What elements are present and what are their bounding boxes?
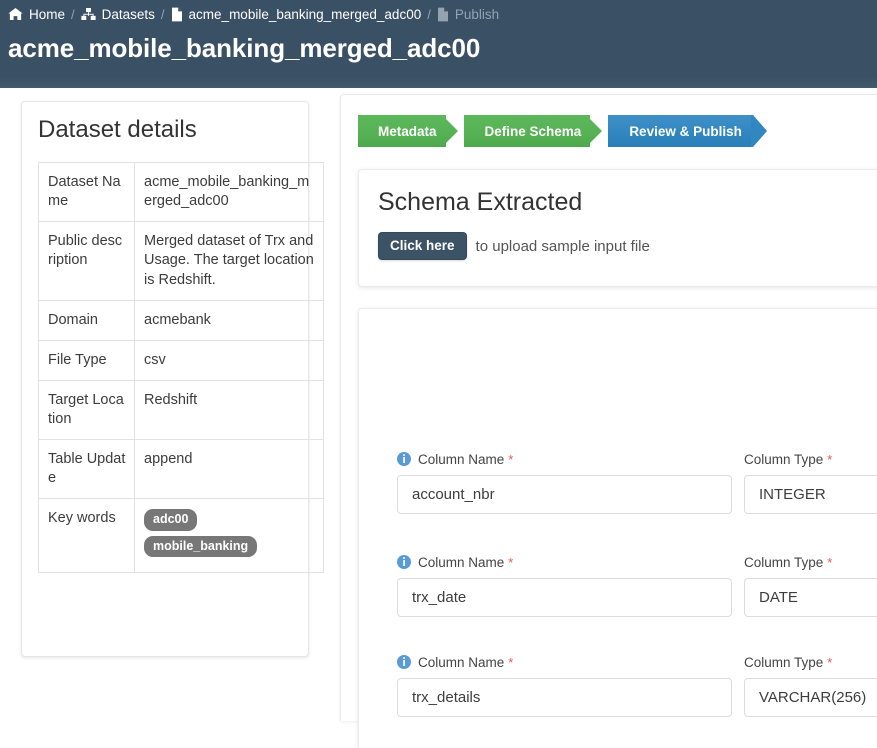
column-type-field-group: Column Type * VARCHAR(256) <box>744 653 877 717</box>
breadcrumb-label-home: Home <box>29 6 66 22</box>
column-type-field-group: Column Type * INTEGER <box>744 450 877 514</box>
column-type-input[interactable]: VARCHAR(256) <box>744 678 877 717</box>
breadcrumb-separator: / <box>160 6 165 22</box>
detail-key: Key words <box>38 498 135 574</box>
arrow-cap-icon <box>750 115 769 147</box>
schema-extracted-title: Schema Extracted <box>378 188 583 216</box>
required-marker: * <box>508 654 514 670</box>
detail-value: Redshift <box>134 379 324 441</box>
required-marker: * <box>827 451 833 467</box>
breadcrumb-item-datasets[interactable]: Datasets <box>81 7 155 22</box>
breadcrumb-item-home[interactable]: Home <box>8 7 65 22</box>
wizard-step-review-publish[interactable]: Review & Publish <box>607 115 767 147</box>
publish-container: Metadata Define Schema Review & Publish … <box>340 94 877 748</box>
column-name-input[interactable]: trx_date <box>397 578 732 617</box>
wizard-step-label: Metadata <box>378 123 437 139</box>
column-name-field-group: Column Name * trx_details <box>397 653 732 717</box>
column-definition-row: Column Name * trx_details Column Type * … <box>359 653 877 739</box>
detail-value: csv <box>134 339 324 381</box>
page-title: acme_mobile_banking_merged_adc00 <box>8 33 481 63</box>
wizard-steps: Metadata Define Schema Review & Publish <box>358 115 767 147</box>
column-type-label: Column Type * <box>744 450 877 468</box>
breadcrumb-label-dataset: acme_mobile_banking_merged_adc00 <box>188 6 422 22</box>
column-name-label: Column Name * <box>397 553 732 571</box>
table-row: Dataset Name acme_mobile_banking_merged_… <box>38 161 324 223</box>
table-row-keywords: Key words adc00 mobile_banking <box>38 498 324 574</box>
required-marker: * <box>827 654 833 670</box>
required-marker: * <box>508 554 514 570</box>
column-name-label-text: Column Name <box>418 654 505 670</box>
column-name-label: Column Name * <box>397 450 732 468</box>
detail-value: Merged dataset of Trx and Usage. The tar… <box>134 221 324 301</box>
sitemap-icon <box>81 7 96 21</box>
column-name-input[interactable]: account_nbr <box>397 475 732 514</box>
home-icon <box>8 7 23 21</box>
column-name-label-text: Column Name <box>418 451 505 467</box>
wizard-step-define-schema[interactable]: Define Schema <box>462 115 609 147</box>
breadcrumb-label-datasets: Datasets <box>101 6 155 22</box>
schema-extracted-panel: Schema Extracted Click here to upload sa… <box>358 169 877 287</box>
column-type-label-text: Column Type <box>744 451 824 467</box>
detail-key: Dataset Name <box>38 161 135 223</box>
detail-value: acme_mobile_banking_merged_adc00 <box>134 161 324 223</box>
wizard-step-metadata[interactable]: Metadata <box>358 115 464 147</box>
column-type-input[interactable]: INTEGER <box>744 475 877 514</box>
file-icon <box>171 7 183 22</box>
table-row: Target Location Redshift <box>38 379 324 441</box>
page-content: Dataset details Dataset Name acme_mobile… <box>0 88 877 748</box>
table-row: Table Update append <box>38 439 324 500</box>
main-column: Metadata Define Schema Review & Publish … <box>340 88 877 748</box>
column-name-field-group: Column Name * trx_date <box>397 553 732 617</box>
column-type-input[interactable]: DATE <box>744 578 877 617</box>
dataset-details-card: Dataset details Dataset Name acme_mobile… <box>21 101 324 657</box>
required-marker: * <box>827 554 833 570</box>
breadcrumb-separator: / <box>427 6 431 22</box>
column-type-label-text: Column Type <box>744 654 824 670</box>
wizard-step-label: Define Schema <box>484 123 582 139</box>
detail-key: Table Update <box>38 439 135 500</box>
info-icon[interactable] <box>397 555 411 569</box>
dataset-details-title: Dataset details <box>38 116 197 143</box>
breadcrumb-item-dataset[interactable]: acme_mobile_banking_merged_adc00 <box>171 6 422 22</box>
wizard-step-label: Review & Publish <box>629 123 742 139</box>
breadcrumb-item-publish: Publish <box>437 7 499 22</box>
table-row: File Type csv <box>38 339 324 381</box>
dataset-details-table: Dataset Name acme_mobile_banking_merged_… <box>38 161 324 574</box>
column-type-label: Column Type * <box>744 653 877 671</box>
column-type-field-group: Column Type * DATE <box>744 553 877 617</box>
detail-key: Target Location <box>38 379 135 441</box>
column-definition-row: Column Name * trx_date Column Type * DAT… <box>359 553 877 639</box>
column-name-label-text: Column Name <box>418 554 505 570</box>
table-row: Domain acmebank <box>38 299 324 341</box>
column-name-label: Column Name * <box>397 653 732 671</box>
upload-row: Click here to upload sample input file <box>378 232 650 260</box>
column-type-label: Column Type * <box>744 553 877 571</box>
detail-key: Public description <box>38 221 135 301</box>
info-icon[interactable] <box>397 452 411 466</box>
detail-value: append <box>134 439 324 500</box>
upload-hint-text: to upload sample input file <box>475 237 650 255</box>
breadcrumb-separator: / <box>71 6 75 22</box>
keyword-tag: adc00 <box>144 509 198 531</box>
chevron-right-icon <box>445 115 464 147</box>
detail-key: Domain <box>38 299 135 341</box>
detail-key: File Type <box>38 339 135 381</box>
column-name-input[interactable]: trx_details <box>397 678 732 717</box>
detail-value-keywords: adc00 mobile_banking <box>134 498 324 574</box>
chevron-right-icon <box>590 115 609 147</box>
column-definition-row: Column Name * account_nbr Column Type * … <box>359 450 877 536</box>
app-header: Home / Datasets / acme_mobile_banking_me… <box>0 0 877 88</box>
keyword-tag: mobile_banking <box>144 535 258 558</box>
required-marker: * <box>508 451 514 467</box>
upload-sample-button[interactable]: Click here <box>378 232 467 260</box>
column-name-field-group: Column Name * account_nbr <box>397 450 732 514</box>
file-icon <box>437 7 449 22</box>
table-row: Public description Merged dataset of Trx… <box>38 221 324 301</box>
columns-form-panel: Column Name * account_nbr Column Type * … <box>358 308 877 748</box>
breadcrumb-label-publish: Publish <box>454 6 500 22</box>
detail-value: acmebank <box>134 299 324 341</box>
info-icon[interactable] <box>397 655 411 669</box>
breadcrumb: Home / Datasets / acme_mobile_banking_me… <box>8 4 499 24</box>
column-type-label-text: Column Type <box>744 554 824 570</box>
